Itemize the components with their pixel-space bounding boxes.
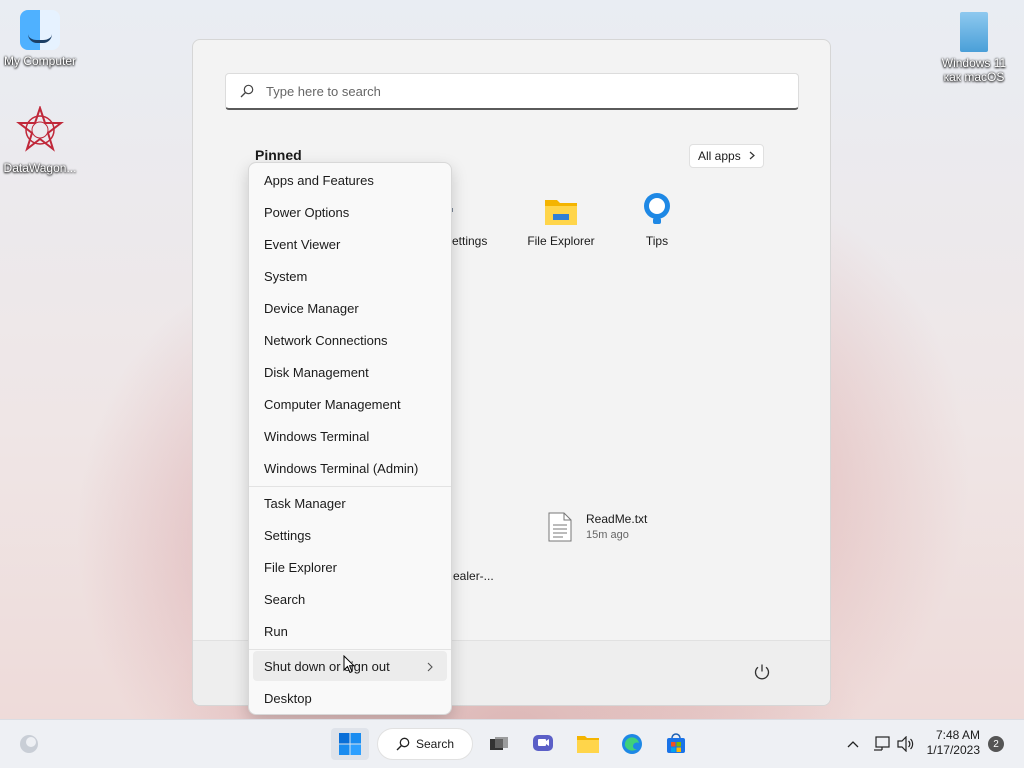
menu-item-label: Task Manager (264, 495, 346, 511)
menu-item-label: Windows Terminal (264, 428, 370, 444)
menu-item-device-manager[interactable]: Device Manager (253, 293, 447, 323)
menu-item-label: Network Connections (264, 332, 388, 348)
menu-item-computer-management[interactable]: Computer Management (253, 389, 447, 419)
menu-item-label: Windows Terminal (Admin) (264, 460, 419, 476)
pinned-app-label: File Explorer (527, 234, 595, 248)
menu-item-apps-and-features[interactable]: Apps and Features (253, 165, 447, 195)
chat-button[interactable] (528, 728, 558, 760)
pinned-app-tips[interactable]: Tips (612, 192, 702, 248)
store-button[interactable] (661, 728, 691, 760)
notification-badge[interactable]: 2 (988, 736, 1004, 752)
menu-item-label: Run (264, 623, 288, 639)
menu-item-run[interactable]: Run (253, 616, 447, 646)
search-icon (240, 84, 254, 98)
folder-icon (516, 192, 606, 226)
menu-item-file-explorer[interactable]: File Explorer (253, 552, 447, 582)
menu-item-task-manager[interactable]: Task Manager (253, 488, 447, 518)
edge-button[interactable] (617, 728, 647, 760)
menu-item-label: Disk Management (264, 364, 369, 380)
file-icon (960, 12, 988, 52)
store-icon (667, 733, 685, 753)
folder-icon (577, 736, 599, 753)
start-button[interactable] (331, 728, 369, 760)
menu-item-label: System (264, 268, 308, 284)
power-button[interactable] (752, 662, 772, 682)
search-icon (396, 737, 410, 751)
menu-item-label: Apps and Features (264, 172, 374, 188)
desktop-icon-my-computer[interactable]: My Computer (0, 10, 80, 68)
edge-icon (622, 734, 642, 754)
start-search-input[interactable]: Type here to search (225, 73, 799, 110)
menu-item-label: Device Manager (264, 300, 359, 316)
desktop-icon-label: DataWagon... (3, 161, 77, 175)
widgets-button[interactable] (14, 720, 44, 768)
menu-item-label: Settings (264, 527, 311, 543)
volume-icon (897, 736, 914, 752)
clock[interactable]: 7:48 AM 1/17/2023 (927, 728, 980, 758)
mouse-cursor-icon (343, 655, 355, 674)
menu-item-settings[interactable]: Settings (253, 520, 447, 550)
desktop-icon-label: Windows 11 как macOS (941, 56, 1007, 84)
menu-item-desktop[interactable]: Desktop (253, 683, 447, 713)
task-view-button[interactable] (484, 728, 514, 760)
pinned-heading: Pinned (255, 147, 302, 163)
search-placeholder: Type here to search (266, 83, 381, 99)
all-apps-label: All apps (698, 149, 741, 163)
desktop-icon-windows11-macos[interactable]: Windows 11 как macOS (934, 12, 1014, 84)
chevron-right-icon (749, 149, 755, 163)
finder-icon (20, 10, 60, 50)
recommended-item-name: ReadMe.txt (586, 512, 648, 526)
menu-item-search[interactable]: Search (253, 584, 447, 614)
weather-icon (20, 735, 38, 753)
menu-item-label: Desktop (264, 690, 312, 706)
pinned-app-label: ettings (452, 234, 488, 248)
file-explorer-taskbar-button[interactable] (573, 728, 603, 760)
menu-item-system[interactable]: System (253, 261, 447, 291)
taskbar-search-button[interactable]: Search (377, 728, 473, 760)
menu-item-label: Search (264, 591, 306, 607)
menu-separator (249, 486, 451, 487)
menu-separator (249, 649, 451, 650)
network-button[interactable] (871, 720, 893, 768)
desktop-icon-label: My Computer (3, 54, 77, 68)
menu-item-power-options[interactable]: Power Options (253, 197, 447, 227)
menu-item-label: Shut down or sign out (264, 658, 390, 674)
taskbar: Search 7:48 AM 1/17/2023 2 (0, 719, 1024, 768)
menu-item-disk-management[interactable]: Disk Management (253, 357, 447, 387)
menu-item-windows-terminal-admin[interactable]: Windows Terminal (Admin) (253, 453, 447, 483)
menu-item-network-connections[interactable]: Network Connections (253, 325, 447, 355)
recommended-item-readme[interactable]: ReadMe.txt 15m ago (548, 512, 647, 545)
chat-icon (533, 735, 553, 751)
quick-link-menu: Apps and Features Power Options Event Vi… (248, 162, 452, 715)
menu-item-label: Event Viewer (264, 236, 341, 252)
menu-item-windows-terminal[interactable]: Windows Terminal (253, 421, 447, 451)
volume-button[interactable] (895, 720, 917, 768)
chevron-right-icon (427, 660, 433, 675)
menu-item-event-viewer[interactable]: Event Viewer (253, 229, 447, 259)
pinned-app-label: Tips (645, 234, 669, 248)
menu-item-label: Computer Management (264, 396, 401, 412)
desktop-icon-datawagon[interactable]: DataWagon... (0, 104, 80, 175)
menu-item-label: Power Options (264, 204, 350, 220)
all-apps-button[interactable]: All apps (689, 144, 764, 168)
chevron-up-icon (847, 741, 859, 748)
network-icon (874, 736, 890, 751)
text-file-icon (548, 512, 572, 545)
clock-time: 7:48 AM (935, 728, 980, 742)
show-hidden-icons-button[interactable] (843, 720, 863, 768)
recommended-item-clipped-label[interactable]: ealer-... (453, 569, 494, 583)
windows-logo-icon (339, 733, 361, 755)
power-icon (754, 664, 770, 680)
datawagon-icon (16, 104, 64, 152)
menu-item-label: File Explorer (264, 559, 337, 575)
taskbar-search-label: Search (415, 737, 455, 751)
pinned-app-file-explorer[interactable]: File Explorer (516, 192, 606, 248)
clock-date: 1/17/2023 (926, 743, 980, 757)
recommended-item-time: 15m ago (586, 529, 629, 541)
task-view-icon (490, 737, 508, 750)
tips-icon (612, 192, 702, 226)
